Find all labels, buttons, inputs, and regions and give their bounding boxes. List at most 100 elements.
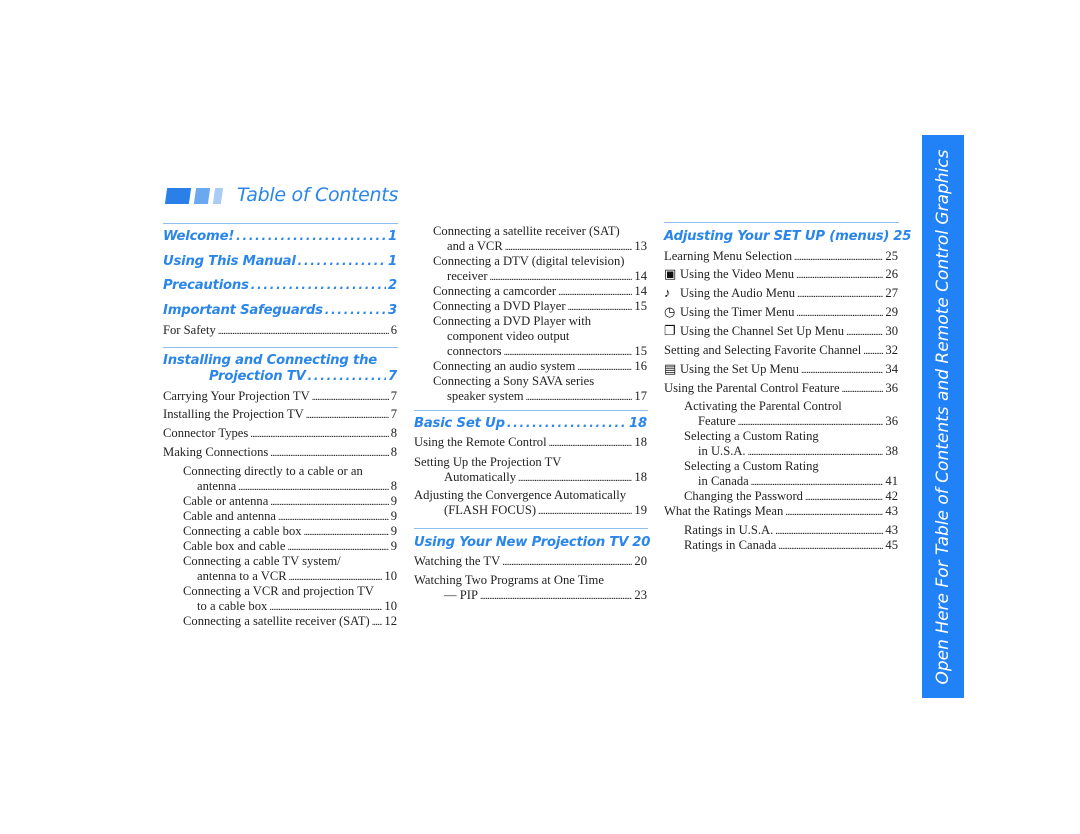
toc-entry[interactable]: antenna to a VCR 10 [197, 568, 397, 584]
toc-heading[interactable]: Projection TV 7 [209, 367, 397, 385]
page-number: 34 [885, 362, 898, 376]
toc-entry[interactable]: Making Connections 8 [163, 444, 397, 460]
dot-leader [863, 342, 883, 360]
toc-entry[interactable]: Carrying Your Projection TV 7 [163, 388, 397, 404]
toc-entry[interactable]: Setting Up the Projection TV [414, 454, 647, 470]
toc-entry[interactable]: Ratings in U.S.A. 43 [684, 522, 898, 538]
toc-entry[interactable]: Watching Two Programs at One Time [414, 572, 647, 588]
toc-entry[interactable]: ▤Using the Set Up Menu 34 [664, 361, 898, 377]
toc-entry[interactable]: Connecting directly to a cable or an [183, 463, 397, 479]
toc-entry[interactable]: Feature 36 [698, 413, 898, 429]
toc-entry[interactable]: and a VCR 13 [447, 238, 647, 254]
toc-heading[interactable]: Basic Set Up 18 [414, 414, 647, 432]
toc-entry[interactable]: Setting and Selecting Favorite Channel 32 [664, 342, 898, 358]
toc-entry[interactable]: Adjusting the Convergence Automatically [414, 487, 647, 503]
toc-entry[interactable]: in Canada 41 [698, 473, 898, 489]
toc-entry[interactable]: Cable and antenna 9 [183, 508, 397, 524]
dot-leader [538, 502, 632, 520]
toc-entry[interactable]: ▣Using the Video Menu 26 [664, 266, 898, 282]
toc-heading[interactable]: Adjusting Your SET UP (menus) 25 [664, 227, 911, 245]
toc-entry[interactable]: Connecting a DVD Player with [433, 313, 647, 329]
toc-entry-text: and a VCR [447, 239, 503, 253]
toc-heading[interactable]: Welcome! 1 [163, 227, 397, 245]
toc-entry-text: Basic Set Up [414, 416, 505, 431]
toc-entry[interactable]: in U.S.A. 38 [698, 443, 898, 459]
toc-entry[interactable]: to a cable box 10 [197, 598, 397, 614]
toc-entry[interactable]: Connecting a cable box 9 [183, 523, 397, 539]
toc-entry[interactable]: ◷ Using the Timer Menu 29 [664, 304, 898, 320]
toc-entry[interactable]: ♪ Using the Audio Menu 27 [664, 285, 898, 301]
page-number: 20 [632, 535, 651, 550]
page-title: Table of Contents [237, 184, 399, 206]
toc-entry-text: Connecting an audio system [433, 359, 576, 373]
toc-entry[interactable]: Installing the Projection TV 7 [163, 406, 397, 422]
toc-entry-text: — PIP [444, 588, 478, 602]
toc-entry[interactable]: Using the Parental Control Feature 36 [664, 380, 898, 396]
page-number: 18 [634, 435, 647, 449]
dot-leader [526, 388, 633, 406]
page-number: 9 [390, 494, 397, 508]
toc-entry[interactable]: Connecting a satellite receiver (SAT) 12 [183, 613, 397, 629]
toc-entry[interactable]: Connecting a camcorder 14 [433, 283, 647, 299]
toc-entry[interactable]: Selecting a Custom Rating [684, 428, 898, 444]
toc-entry-text: Setting and Selecting Favorite Channel [664, 343, 862, 357]
toc-entry[interactable]: Using the Remote Control 18 [414, 434, 647, 450]
toc-heading[interactable]: Precautions 2 [163, 276, 397, 294]
toc-entry[interactable]: Connecting a DTV (digital television) [433, 253, 647, 269]
toc-entry[interactable]: Connecting a cable TV system/ [183, 553, 397, 569]
toc-heading[interactable]: Important Safeguards 3 [163, 301, 397, 319]
toc-entry[interactable]: For Safety 6 [163, 322, 397, 338]
toc-entry[interactable]: antenna 8 [197, 478, 397, 494]
toc-entry[interactable]: connectors 15 [447, 343, 647, 359]
toc-heading[interactable]: Using This Manual 1 [163, 252, 397, 270]
toc-entry[interactable]: Connecting a VCR and projection TV [183, 583, 397, 599]
toc-entry[interactable]: component video output [447, 328, 647, 344]
audio-menu-icon: ♪ [664, 285, 671, 300]
toc-entry-text: Connecting a Sony SAVA series [433, 374, 595, 388]
toc-entry[interactable]: Learning Menu Selection 25 [664, 248, 898, 264]
toc-entry[interactable]: Connecting an audio system 16 [433, 358, 647, 374]
page-number: 10 [384, 599, 397, 613]
page-number: 27 [885, 286, 898, 300]
toc-entry[interactable]: speaker system 17 [447, 388, 647, 404]
dot-leader [507, 414, 627, 433]
toc-entry[interactable]: Connecting a satellite receiver (SAT) [433, 223, 647, 239]
toc-entry-text: Using the Channel Set Up Menu [680, 324, 845, 338]
toc-entry-text: Feature [698, 414, 736, 428]
toc-entry-text: Using This Manual [163, 254, 296, 269]
toc-entry[interactable]: receiver 14 [447, 268, 647, 284]
toc-entry[interactable]: What the Ratings Mean 43 [664, 503, 898, 519]
toc-entry-text: Cable and antenna [183, 509, 277, 523]
toc-entry-text: Ratings in U.S.A. [684, 523, 774, 537]
page-number: 15 [634, 344, 647, 358]
toc-entry[interactable]: Selecting a Custom Rating [684, 458, 898, 474]
toc-entry[interactable]: Connecting a DVD Player 15 [433, 298, 647, 314]
page-number: 10 [384, 569, 397, 583]
page-number: 26 [885, 267, 898, 281]
toc-entry[interactable]: Watching the TV 20 [414, 553, 647, 569]
dot-leader [778, 537, 883, 555]
page-number: 8 [390, 479, 397, 493]
toc-entry[interactable]: Connecting a Sony SAVA series [433, 373, 647, 389]
toc-entry[interactable]: Activating the Parental Control [684, 398, 898, 414]
toc-entry[interactable]: — PIP 23 [444, 587, 647, 603]
toc-entry[interactable]: Ratings in Canada 45 [684, 537, 898, 553]
page-number: 23 [634, 588, 647, 602]
toc-entry-text: Connector Types [163, 426, 249, 440]
toc-entry[interactable]: (FLASH FOCUS) 19 [444, 502, 647, 518]
toc-entry-text: Using the Timer Menu [680, 305, 795, 319]
page-number: 25 [885, 249, 898, 263]
toc-entry[interactable]: Changing the Password 42 [684, 488, 898, 504]
dot-leader [270, 444, 388, 462]
video-menu-icon: ▣ [664, 266, 677, 281]
toc-entry[interactable]: Connector Types 8 [163, 425, 397, 441]
side-tab[interactable]: Open Here For Table of Contents and Remo… [922, 135, 964, 698]
toc-entry[interactable]: Cable or antenna 9 [183, 493, 397, 509]
dot-leader [846, 323, 883, 341]
toc-entry[interactable]: Cable box and cable 9 [183, 538, 397, 554]
toc-entry-text: Activating the Parental Control [684, 399, 842, 413]
toc-entry-text: antenna to a VCR [197, 569, 287, 583]
toc-heading[interactable]: Using Your New Projection TV 20 [414, 533, 651, 551]
toc-entry[interactable]: Automatically 18 [444, 469, 647, 485]
toc-entry[interactable]: ❐ Using the Channel Set Up Menu 30 [664, 323, 898, 339]
